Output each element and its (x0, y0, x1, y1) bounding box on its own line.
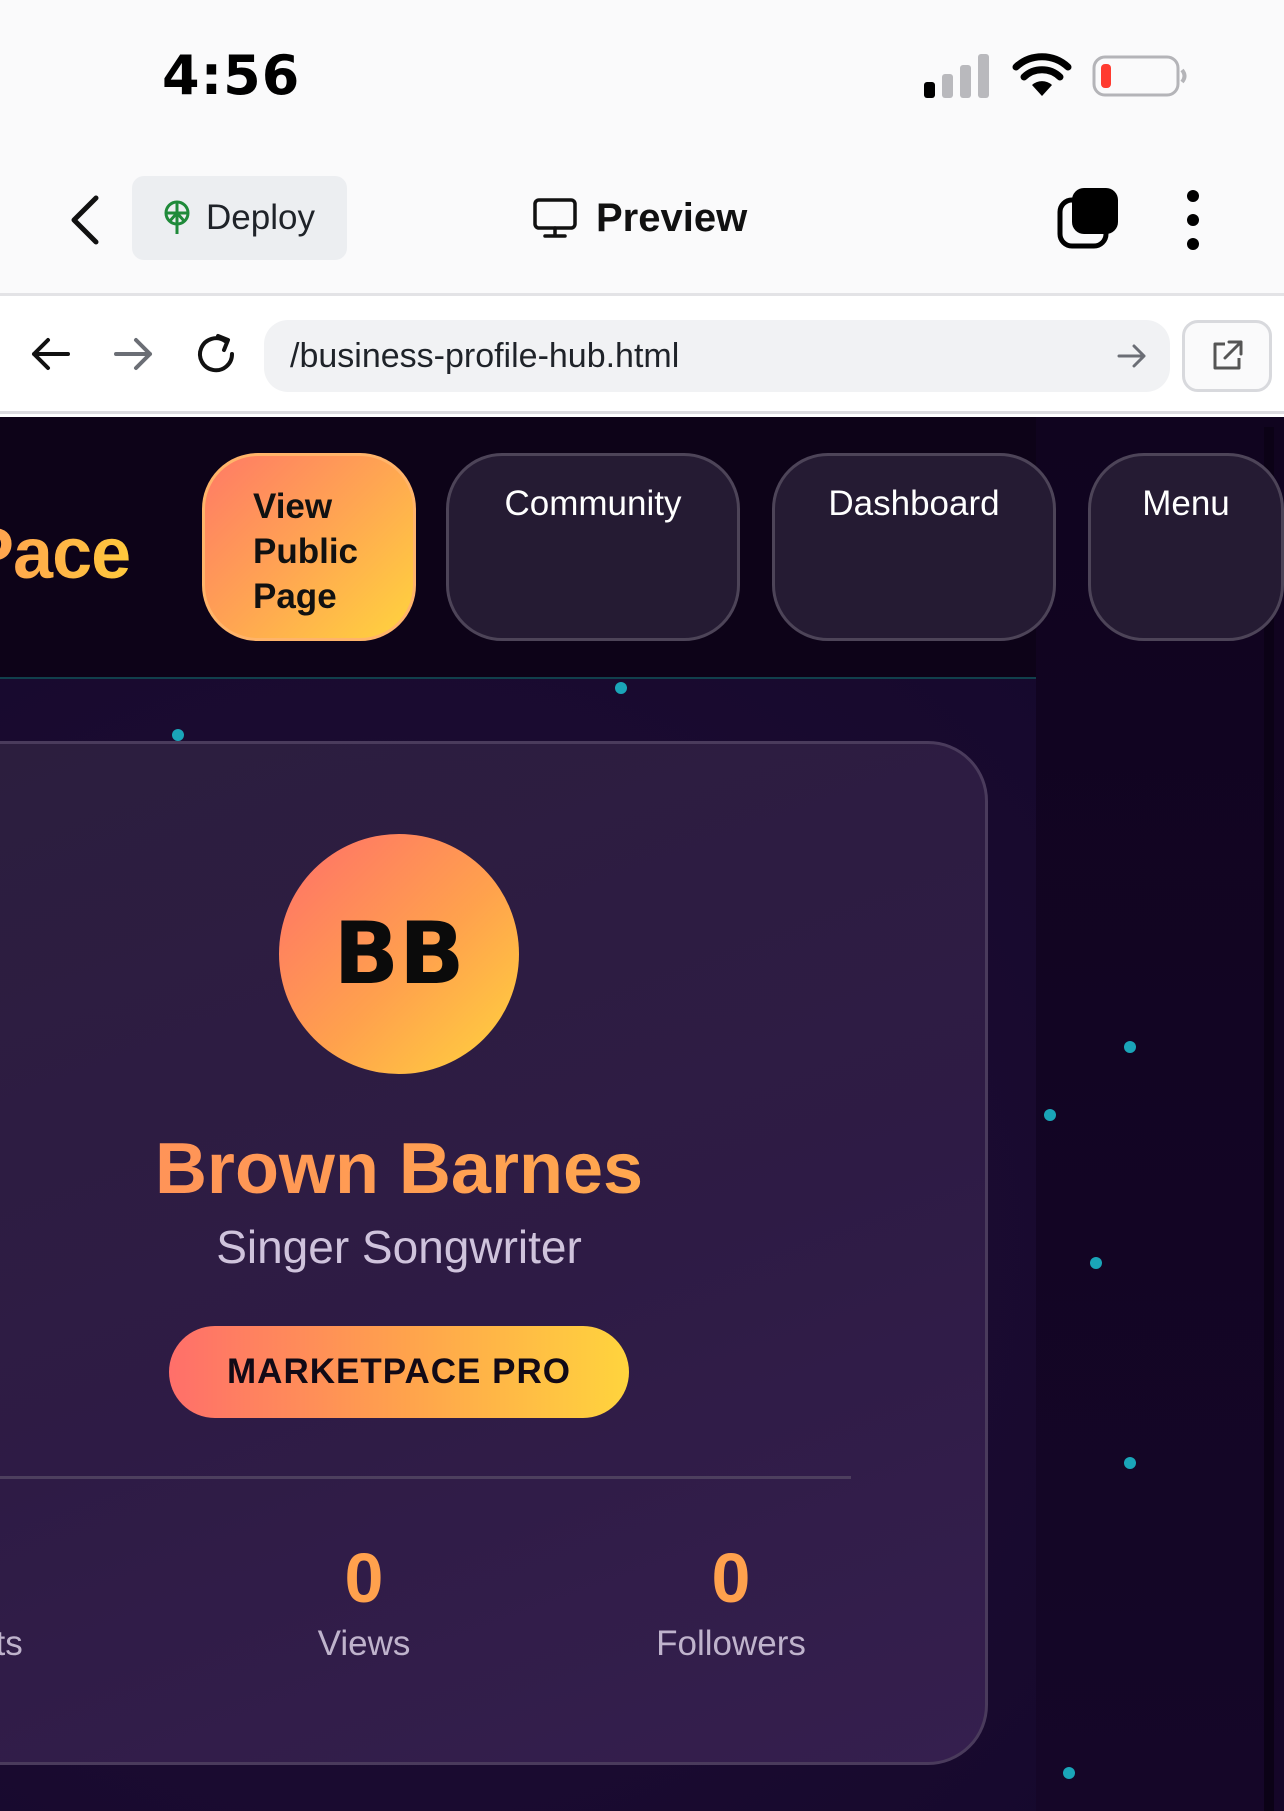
arrow-left-icon[interactable] (28, 332, 72, 376)
stat-label: Posts (0, 1624, 23, 1663)
deploy-label: Deploy (206, 198, 315, 237)
particle-dot (1090, 1257, 1102, 1269)
scrollbar-track[interactable] (1264, 427, 1274, 1811)
avatar-initials: BB (333, 904, 465, 1004)
profile-card: BB Brown Barnes Singer Songwriter MARKET… (0, 741, 988, 1765)
stat-views: 0 Views (214, 1536, 514, 1664)
site-brand[interactable]: etPace (0, 513, 131, 595)
menu-button[interactable]: Menu (1088, 453, 1284, 641)
monitor-icon (533, 198, 577, 238)
status-bar: 4:56 (0, 0, 1284, 150)
url-text: /business-profile-hub.html (290, 336, 680, 375)
web-content: etPace View Public Page Community Dashbo… (0, 417, 1284, 1811)
stat-followers: 0 Followers (581, 1536, 881, 1664)
stat-label: Followers (656, 1624, 806, 1663)
stat-value: 0 (711, 1539, 751, 1617)
avatar: BB (279, 834, 519, 1074)
go-arrow-icon[interactable] (1116, 340, 1148, 372)
preview-title: Preview (532, 186, 747, 250)
reload-icon[interactable] (194, 332, 238, 376)
stat-label: Views (317, 1624, 411, 1663)
particle-dot (1063, 1767, 1075, 1779)
stat-value: 0 (0, 1536, 129, 1620)
dashboard-button[interactable]: Dashboard (772, 453, 1056, 641)
site-header: etPace View Public Page Community Dashbo… (0, 417, 1284, 679)
cellular-signal-icon (924, 54, 989, 98)
url-input[interactable]: /business-profile-hub.html (264, 320, 1170, 392)
profile-title: Singer Songwriter (216, 1221, 582, 1273)
deploy-icon (164, 200, 190, 234)
community-button[interactable]: Community (446, 453, 740, 641)
particle-dot (1124, 1457, 1136, 1469)
battery-icon (1092, 55, 1187, 97)
pro-badge: MARKETPACE PRO (169, 1326, 629, 1418)
particle-dot (172, 729, 184, 741)
profile-name: Brown Barnes (0, 1128, 875, 1210)
external-link-icon (1213, 340, 1243, 370)
back-chevron-icon[interactable] (66, 192, 106, 248)
arrow-right-icon[interactable] (112, 332, 156, 376)
particle-dot (1044, 1109, 1056, 1121)
preview-label: Preview (596, 195, 748, 240)
stat-value: 0 (344, 1539, 384, 1617)
address-bar: /business-profile-hub.html (0, 296, 1284, 414)
view-public-page-button[interactable]: View Public Page (202, 453, 416, 641)
card-divider (0, 1476, 851, 1479)
tabs-icon[interactable] (1056, 186, 1122, 252)
deploy-button[interactable]: Deploy (132, 176, 347, 260)
open-external-button[interactable] (1182, 320, 1272, 392)
pro-badge-label: MARKETPACE PRO (227, 1352, 571, 1391)
more-icon[interactable] (1180, 188, 1206, 252)
particle-dot (1124, 1041, 1136, 1053)
app-toolbar: Deploy Preview (0, 150, 1284, 296)
status-time: 4:56 (162, 44, 301, 107)
wifi-icon (1012, 53, 1072, 96)
particle-dot (615, 682, 627, 694)
stat-posts: 0 Posts (0, 1536, 129, 1664)
